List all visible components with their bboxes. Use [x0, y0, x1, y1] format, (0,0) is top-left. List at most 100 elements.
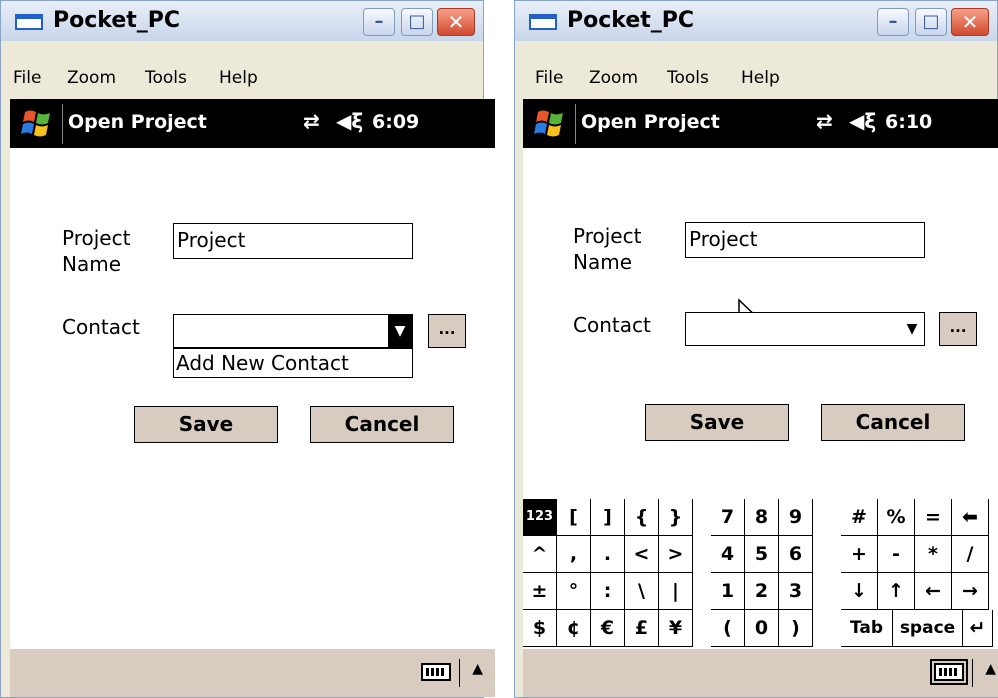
- keyboard-key[interactable]: 8: [745, 499, 779, 536]
- minimize-button[interactable]: –: [877, 8, 909, 36]
- keyboard-key[interactable]: 3: [779, 573, 813, 610]
- keyboard-key[interactable]: \: [625, 573, 659, 610]
- menu-help[interactable]: Help: [219, 68, 258, 88]
- volume-icon[interactable]: ◀ξ: [336, 109, 363, 133]
- soft-input-panel-keyboard: 123[]{} 7 8 9 #% = ⬅ ^,. < >4 5 6 + - * / ± °: \ | 1 2 3 ↓ ↑ ← → $ ¢…: [523, 499, 998, 649]
- clock[interactable]: 6:10: [885, 111, 932, 133]
- menu-file[interactable]: File: [13, 68, 41, 88]
- keyboard-key[interactable]: +: [841, 536, 878, 573]
- keyboard-key[interactable]: ,: [557, 536, 591, 573]
- keyboard-key[interactable]: ↓: [841, 573, 878, 610]
- keyboard-key[interactable]: 9: [779, 499, 813, 536]
- nav-title: Open Project: [68, 111, 207, 133]
- menu-tools[interactable]: Tools: [145, 68, 187, 88]
- keyboard-key[interactable]: ¢: [557, 610, 591, 647]
- keyboard-key[interactable]: -: [878, 536, 915, 573]
- keyboard-key[interactable]: 5: [745, 536, 779, 573]
- keyboard-key[interactable]: .: [591, 536, 625, 573]
- contact-browse-button[interactable]: ...: [939, 312, 977, 346]
- maximize-button[interactable]: □: [915, 8, 947, 36]
- project-name-input[interactable]: Project: [685, 222, 925, 258]
- menu-help[interactable]: Help: [741, 68, 780, 88]
- keyboard-key[interactable]: {: [625, 499, 659, 536]
- keyboard-key[interactable]: >: [659, 536, 693, 573]
- close-button[interactable]: ✕: [437, 8, 475, 36]
- menu-bar: File Zoom Tools Help: [1, 63, 483, 97]
- menu-tools[interactable]: Tools: [667, 68, 709, 88]
- keyboard-key[interactable]: |: [659, 573, 693, 610]
- sip-arrow-icon[interactable]: ▲: [985, 661, 996, 677]
- nav-separator: [62, 104, 63, 144]
- keyboard-key[interactable]: 0: [745, 610, 779, 647]
- keyboard-key[interactable]: ±: [523, 573, 557, 610]
- keyboard-key[interactable]: [: [557, 499, 591, 536]
- menu-zoom[interactable]: Zoom: [589, 68, 638, 88]
- keyboard-key[interactable]: /: [952, 536, 989, 573]
- keyboard-key[interactable]: %: [878, 499, 915, 536]
- keyboard-key[interactable]: ^: [523, 536, 557, 573]
- keyboard-icon[interactable]: [421, 663, 451, 681]
- keyboard-key[interactable]: (: [711, 610, 745, 647]
- title-bar[interactable]: Pocket_PC – □ ✕: [1, 1, 483, 41]
- contact-combobox[interactable]: ▼: [685, 312, 925, 346]
- keyboard-key[interactable]: ⬅: [952, 499, 989, 536]
- save-button[interactable]: Save: [645, 404, 789, 441]
- save-button[interactable]: Save: [134, 406, 278, 443]
- sip-arrow-icon[interactable]: ▲: [472, 661, 483, 677]
- menu-file[interactable]: File: [535, 68, 563, 88]
- maximize-button[interactable]: □: [401, 8, 433, 36]
- minimize-button[interactable]: –: [363, 8, 395, 36]
- connectivity-icon[interactable]: ⇄: [303, 109, 320, 133]
- contact-combobox[interactable]: ▼: [173, 314, 413, 348]
- keyboard-key[interactable]: ↑: [878, 573, 915, 610]
- keyboard-key[interactable]: €: [591, 610, 625, 647]
- menu-zoom[interactable]: Zoom: [67, 68, 116, 88]
- cancel-button[interactable]: Cancel: [310, 406, 454, 443]
- keyboard-key[interactable]: 123: [523, 499, 557, 536]
- keyboard-key[interactable]: :: [591, 573, 625, 610]
- windows-start-icon[interactable]: [19, 108, 55, 140]
- keyboard-icon[interactable]: [930, 659, 968, 685]
- keyboard-key[interactable]: °: [557, 573, 591, 610]
- chevron-down-icon[interactable]: ▼: [900, 313, 924, 345]
- keyboard-key[interactable]: £: [625, 610, 659, 647]
- dropdown-item-add-new-contact[interactable]: Add New Contact: [173, 348, 413, 378]
- keyboard-key[interactable]: ]: [591, 499, 625, 536]
- project-name-input[interactable]: Project: [173, 223, 413, 259]
- keyboard-key[interactable]: 4: [711, 536, 745, 573]
- keyboard-key[interactable]: 1: [711, 573, 745, 610]
- keyboard-key[interactable]: ¥: [659, 610, 693, 647]
- close-button[interactable]: ✕: [951, 8, 989, 36]
- project-name-label-line2: Name: [573, 250, 633, 274]
- chevron-down-icon[interactable]: ▼: [388, 315, 412, 347]
- project-name-label-line1: Project: [62, 226, 131, 250]
- keyboard-key[interactable]: #: [841, 499, 878, 536]
- contact-browse-button[interactable]: ...: [428, 314, 466, 348]
- keyboard-key[interactable]: ): [779, 610, 813, 647]
- keyboard-key[interactable]: <: [625, 536, 659, 573]
- keyboard-key[interactable]: }: [659, 499, 693, 536]
- keyboard-key[interactable]: space: [893, 610, 963, 647]
- keyboard-key[interactable]: 7: [711, 499, 745, 536]
- window-icon: [529, 14, 557, 30]
- volume-icon[interactable]: ◀ξ: [849, 109, 876, 133]
- keyboard-key[interactable]: ←: [915, 573, 952, 610]
- menu-bar: File Zoom Tools Help: [515, 63, 997, 97]
- cancel-button[interactable]: Cancel: [821, 404, 965, 441]
- keyboard-key[interactable]: ↵: [963, 610, 993, 647]
- keyboard-key[interactable]: *: [915, 536, 952, 573]
- keyboard-key[interactable]: $: [523, 610, 557, 647]
- keyboard-key[interactable]: =: [915, 499, 952, 536]
- soft-key-bar: ▲: [10, 649, 495, 697]
- form-area: Project Name Project Contact ▼ Add New C…: [10, 148, 495, 649]
- keyboard-key[interactable]: 2: [745, 573, 779, 610]
- keyboard-key[interactable]: →: [952, 573, 989, 610]
- keyboard-key[interactable]: 6: [779, 536, 813, 573]
- windows-start-icon[interactable]: [532, 108, 568, 140]
- nav-separator: [575, 104, 576, 144]
- title-bar[interactable]: Pocket_PC – □ ✕: [515, 1, 997, 41]
- connectivity-icon[interactable]: ⇄: [816, 109, 833, 133]
- keyboard-key[interactable]: Tab: [841, 610, 893, 647]
- contact-label: Contact: [573, 313, 651, 337]
- clock[interactable]: 6:09: [372, 111, 419, 133]
